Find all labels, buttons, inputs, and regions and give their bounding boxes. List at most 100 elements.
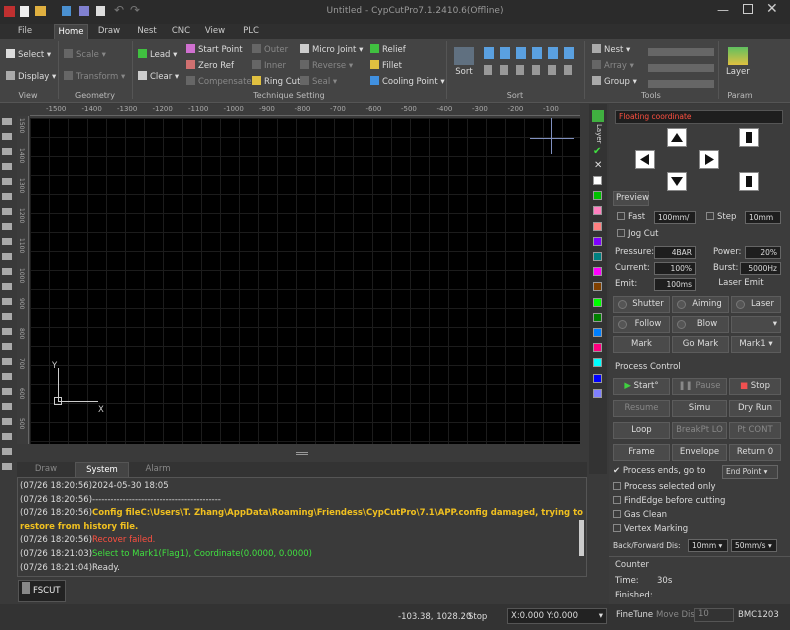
pause-button[interactable]: ❚❚ Pause [672,378,727,395]
open-folder-icon[interactable] [35,6,46,16]
drawing-tools-icons[interactable] [2,110,12,470]
aiming-button[interactable]: Aiming [672,296,729,313]
emit-field[interactable]: 100ms [654,278,696,291]
layer-color-swatch[interactable] [593,191,602,201]
bf-distance-select[interactable]: 10mm ▾ [688,539,728,552]
z-up-button[interactable] [739,128,759,147]
clear-button[interactable]: Clear ▾ [138,71,179,82]
blow-button[interactable]: Blow [672,316,729,333]
simu-button[interactable]: Simu [672,400,727,417]
step-checkbox[interactable]: Step [706,212,736,222]
shutter-button[interactable]: Shutter [613,296,670,313]
resume-button[interactable]: Resume [613,400,670,417]
vertex-marking-checkbox[interactable]: Vertex Marking [613,524,688,534]
start-button[interactable]: ▶ Start° [613,378,670,395]
fast-checkbox[interactable]: Fast [617,212,645,222]
pt-cont-button[interactable]: Pt CONT [729,422,781,439]
layer-color-swatch[interactable] [593,176,602,185]
layer-color-swatch[interactable] [593,267,602,277]
new-file-icon[interactable] [20,6,29,17]
layer-color-swatch[interactable] [593,373,602,383]
tab-cnc[interactable]: CNC [166,24,196,39]
tab-file[interactable]: File [0,24,50,39]
sort-button[interactable]: Sort [454,47,474,77]
layer-color-swatch[interactable] [593,312,602,322]
splitter-grip[interactable] [296,452,308,455]
select-button[interactable]: Select ▾ [6,49,51,60]
mark-button[interactable]: Mark [613,336,670,353]
process-ends-checkbox[interactable]: ✔ Process ends, go to [613,466,705,476]
gas-clean-checkbox[interactable]: Gas Clean [613,510,667,520]
tab-view[interactable]: View [199,24,231,39]
move-right-button[interactable] [699,150,719,169]
layer-color-swatch[interactable] [593,388,602,398]
layer-color-swatch[interactable] [593,206,602,216]
seal-button[interactable]: Seal ▾ [300,76,337,87]
step-select[interactable]: 10mm [745,211,781,224]
tab-system-log[interactable]: System [75,462,129,477]
tab-nest[interactable]: Nest [130,24,164,39]
layer-color-swatch[interactable] [593,343,602,353]
pressure-field[interactable]: 4BAR [654,246,696,259]
layer-color-swatch[interactable] [593,236,602,246]
group-button[interactable]: Group ▾ [592,76,637,87]
move-left-button[interactable] [635,150,655,169]
relief-button[interactable]: Relief [370,44,406,55]
findedge-checkbox[interactable]: FindEdge before cutting [613,496,725,506]
return-zero-button[interactable]: Return 0 [729,444,781,461]
process-selected-checkbox[interactable]: Process selected only [613,482,716,492]
tab-alarm-log[interactable]: Alarm [131,462,185,477]
preview-button[interactable]: Preview [613,191,649,206]
layer-color-swatch[interactable] [593,328,602,337]
lead-button[interactable]: Lead ▾ [138,49,177,60]
compensate-button[interactable]: Compensate [186,76,252,87]
layer-tab-label[interactable]: Layer [595,124,603,144]
follow-button[interactable]: Follow [613,316,670,333]
tab-home[interactable]: Home [54,24,88,39]
envelope-button[interactable]: Envelope [672,444,727,461]
position-readout[interactable]: X:0.000 Y:0.000 ▾ [507,608,607,624]
save-icon[interactable] [62,6,71,16]
stop-button[interactable]: ■ Stop [729,378,781,395]
tab-draw-log[interactable]: Draw [19,462,73,477]
reverse-button[interactable]: Reverse ▾ [300,60,353,71]
undo-icon[interactable]: ↶ [114,3,124,17]
layer-color-swatch[interactable] [593,252,602,261]
current-field[interactable]: 100% [654,262,696,275]
array-button[interactable]: Array ▾ [592,60,634,71]
laser-button[interactable]: Laser [731,296,781,313]
import-icon[interactable] [79,6,89,16]
end-point-select[interactable]: End Point ▾ [722,465,778,479]
layer-color-swatch[interactable] [593,282,602,292]
mark1-dropdown[interactable]: Mark1 ▾ [731,336,781,353]
transform-button[interactable]: Transform ▾ [64,71,125,82]
tools-icons[interactable] [648,44,714,88]
ring-cut-button[interactable]: Ring Cut [252,76,300,87]
fscut-button[interactable]: FSCUT [18,580,66,602]
layer-button[interactable]: Layer [726,47,750,77]
cooling-point-button[interactable]: Cooling Point ▾ [370,76,445,87]
close-icon[interactable]: ✕ [766,1,778,17]
drawing-canvas[interactable]: Y X [30,118,580,444]
log-scrollbar[interactable] [579,520,584,556]
fillet-button[interactable]: Fillet [370,60,402,71]
redo-icon[interactable]: ↷ [130,3,140,17]
move-down-button[interactable] [667,172,687,191]
laser-emit-button[interactable]: Laser Emit [701,276,781,292]
zero-ref-button[interactable]: Zero Ref [186,60,234,71]
sort-modes-row[interactable] [484,47,580,59]
z-down-button[interactable] [739,172,759,191]
layer-color-swatch[interactable] [593,358,602,368]
jog-cut-checkbox[interactable]: Jog Cut [617,229,658,239]
layer-color-swatch[interactable] [593,297,602,307]
power-field[interactable]: 20% [745,246,781,259]
burst-field[interactable]: 5000Hz [740,262,781,275]
sort-options-row[interactable] [484,65,580,75]
check-icon[interactable]: ✔ [593,146,601,157]
minimize-icon[interactable]: — [717,3,729,17]
layer-color-swatch[interactable] [593,221,602,231]
dry-run-button[interactable]: Dry Run [729,400,781,417]
display-button[interactable]: Display ▾ [6,71,56,82]
export-icon[interactable] [96,6,105,16]
nest-button[interactable]: Nest ▾ [592,44,630,55]
